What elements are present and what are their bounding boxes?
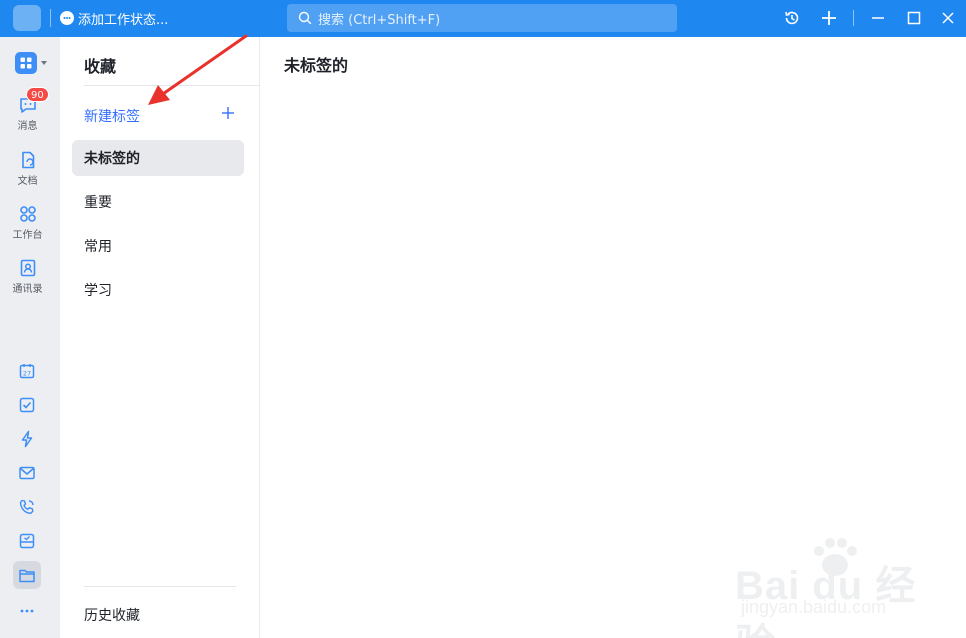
workspace-switcher[interactable] xyxy=(15,52,49,74)
search-placeholder: 搜索 (Ctrl+Shift+F) xyxy=(318,12,441,28)
content-title: 未标签的 xyxy=(284,56,349,75)
minimize-icon[interactable] xyxy=(866,6,890,30)
phone-icon[interactable] xyxy=(13,493,41,521)
rail-item-docs[interactable]: 文档 xyxy=(0,150,55,187)
search-icon xyxy=(298,11,312,25)
left-rail: 消息 90 文档 工作台 通讯录 27 xyxy=(0,37,60,638)
favorites-folder-icon[interactable] xyxy=(13,561,41,589)
caret-down-icon xyxy=(41,61,47,65)
document-icon xyxy=(21,151,34,169)
rail-label-workbench: 工作台 xyxy=(12,230,43,241)
history-icon[interactable] xyxy=(780,6,804,30)
plus-icon[interactable] xyxy=(817,6,841,30)
rail-item-workbench[interactable]: 工作台 xyxy=(0,204,55,241)
search-input[interactable]: 搜索 (Ctrl+Shift+F) xyxy=(287,4,677,32)
new-tag-button[interactable]: 新建标签 xyxy=(84,106,140,126)
panel-divider-bottom xyxy=(84,586,236,587)
close-icon[interactable] xyxy=(936,6,960,30)
tag-label: 常用 xyxy=(84,239,112,255)
tag-item-untagged[interactable]: 未标签的 xyxy=(72,140,244,176)
calendar-day: 27 xyxy=(23,370,31,378)
app-logo-icon[interactable] xyxy=(13,5,41,31)
rail-label-contacts: 通讯录 xyxy=(12,284,43,295)
favorites-panel: 收藏 新建标签 未标签的 重要 常用 学习 历史收藏 xyxy=(60,37,260,638)
watermark-url: jingyan.baidu.com xyxy=(741,597,887,617)
watermark-brand: Bai du 经验 xyxy=(735,564,917,638)
task-icon[interactable] xyxy=(13,391,41,419)
rail-item-contacts[interactable]: 通讯录 xyxy=(0,258,55,295)
panel-title: 收藏 xyxy=(84,57,117,76)
contacts-icon xyxy=(20,259,35,277)
apps-grid-icon xyxy=(15,52,37,74)
rail-item-messages[interactable]: 消息 xyxy=(0,95,55,132)
work-status-button[interactable]: 添加工作状态... xyxy=(60,9,169,28)
workbench-icon xyxy=(19,206,36,222)
titlebar-separator xyxy=(853,10,854,26)
approval-icon[interactable] xyxy=(13,527,41,555)
tag-label: 未标签的 xyxy=(84,151,140,167)
titlebar-divider xyxy=(50,9,51,27)
calendar-icon[interactable]: 27 xyxy=(13,357,41,385)
tag-item-study[interactable]: 学习 xyxy=(72,272,244,308)
rail-label-docs: 文档 xyxy=(17,176,38,187)
unread-badge: 90 xyxy=(26,87,49,102)
lightning-icon[interactable] xyxy=(13,425,41,453)
maximize-icon[interactable] xyxy=(902,6,926,30)
work-status-label: 添加工作状态... xyxy=(78,12,169,28)
tag-label: 学习 xyxy=(84,283,112,299)
tag-label: 重要 xyxy=(84,195,112,211)
mail-icon[interactable] xyxy=(13,459,41,487)
watermark: Bai du 经验 jingyan.baidu.com xyxy=(735,535,935,638)
rail-label-messages: 消息 xyxy=(17,121,38,132)
chat-bubble-icon xyxy=(60,11,74,25)
tag-item-common[interactable]: 常用 xyxy=(72,228,244,264)
more-icon[interactable] xyxy=(13,597,41,625)
tag-item-important[interactable]: 重要 xyxy=(72,184,244,220)
annotation-arrow xyxy=(148,34,248,105)
history-favorites-link[interactable]: 历史收藏 xyxy=(84,605,140,625)
